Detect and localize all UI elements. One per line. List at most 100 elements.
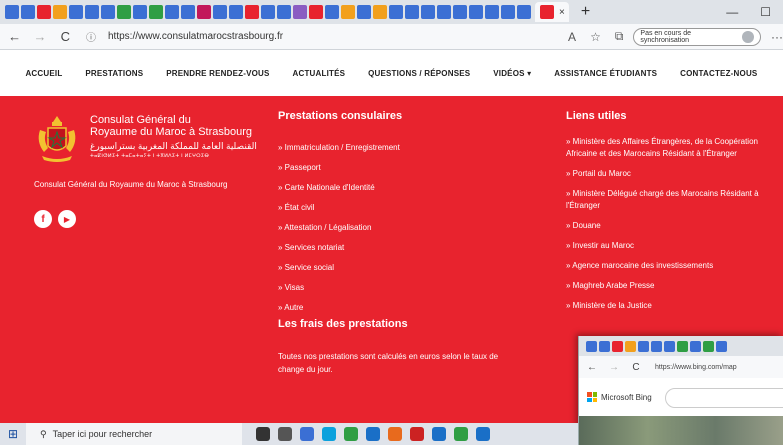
tab-favicon-16[interactable]	[261, 5, 275, 19]
prestation-link-visas[interactable]: Visas	[278, 278, 528, 298]
tab-favicon-24[interactable]	[389, 5, 403, 19]
consulate-logo[interactable]: Consulat Général du Royaume du Maroc à S…	[34, 114, 257, 164]
bing-search-input[interactable]	[665, 388, 783, 408]
collections-icon[interactable]: ⧉	[615, 29, 624, 44]
windows-start-icon[interactable]: ⊞	[0, 427, 26, 441]
nav-prestations[interactable]: PRESTATIONS	[85, 69, 143, 78]
tab-favicon-20[interactable]	[325, 5, 339, 19]
nav-assistance-etudiants[interactable]: ASSISTANCE ÉTUDIANTS	[554, 69, 657, 78]
tab-favicon-4[interactable]	[69, 5, 83, 19]
prestation-link-immatriculation[interactable]: Immatriculation / Enregistrement	[278, 138, 528, 158]
facebook-icon[interactable]: f	[34, 210, 52, 228]
bing-tab-favicon-0[interactable]	[586, 340, 597, 352]
prestation-link-etat-civil[interactable]: État civil	[278, 198, 528, 218]
lien-ministere-delegue[interactable]: Ministère Délégué chargé des Marocains R…	[566, 188, 766, 212]
tab-favicon-25[interactable]	[405, 5, 419, 19]
bing-tab-favicon-2[interactable]	[612, 340, 623, 352]
new-tab-button[interactable]: +	[581, 3, 590, 21]
minimize-button[interactable]: —	[726, 5, 738, 19]
prestation-link-autre[interactable]: Autre	[278, 298, 528, 318]
prestation-link-cni[interactable]: Carte Nationale d'Identité	[278, 178, 528, 198]
tab-favicon-31[interactable]	[501, 5, 515, 19]
bing-logo[interactable]: Microsoft Bing	[587, 392, 652, 402]
tab-favicon-18[interactable]	[293, 5, 307, 19]
url-field[interactable]: ⓘ https://www.consulatmarocstrasbourg.fr	[86, 27, 528, 47]
tab-favicon-0[interactable]	[5, 5, 19, 19]
prestation-link-notariat[interactable]: Services notariat	[278, 238, 528, 258]
bing-tab-favicon-8[interactable]	[690, 340, 701, 352]
tab-close-icon[interactable]: ×	[559, 7, 565, 18]
lien-agence-investissements[interactable]: Agence marocaine des investissements	[566, 260, 766, 272]
taskbar-app-icon-9[interactable]	[454, 427, 468, 441]
lien-portail-maroc[interactable]: Portail du Maroc	[566, 168, 766, 180]
prestation-link-attestation[interactable]: Attestation / Légalisation	[278, 218, 528, 238]
tab-favicon-12[interactable]	[197, 5, 211, 19]
taskbar-app-icon-0[interactable]	[256, 427, 270, 441]
bing-tab-favicon-7[interactable]	[677, 340, 688, 352]
tab-favicon-15[interactable]	[245, 5, 259, 19]
bing-tab-favicon-9[interactable]	[703, 340, 714, 352]
tab-favicon-23[interactable]	[373, 5, 387, 19]
lien-map[interactable]: Maghreb Arabe Presse	[566, 280, 766, 292]
lien-douane[interactable]: Douane	[566, 220, 766, 232]
tab-favicon-22[interactable]	[357, 5, 371, 19]
nav-actualites[interactable]: ACTUALITÉS	[292, 69, 345, 78]
tab-favicon-21[interactable]	[341, 5, 355, 19]
nav-prendre-rendez-vous[interactable]: PRENDRE RENDEZ-VOUS	[166, 69, 269, 78]
tab-favicon-1[interactable]	[21, 5, 35, 19]
taskbar-app-icon-2[interactable]	[300, 427, 314, 441]
taskbar-search[interactable]: ⚲ Taper ici pour rechercher	[26, 423, 242, 445]
lien-investir[interactable]: Investir au Maroc	[566, 240, 766, 252]
taskbar-app-icon-6[interactable]	[388, 427, 402, 441]
bing-back-button[interactable]: ←	[583, 362, 601, 373]
bing-tab-favicon-6[interactable]	[664, 340, 675, 352]
bing-tab-favicon-1[interactable]	[599, 340, 610, 352]
taskbar-app-icon-7[interactable]	[410, 427, 424, 441]
taskbar-app-icon-4[interactable]	[344, 427, 358, 441]
lien-affaires-etrangeres[interactable]: Ministère des Affaires Étrangères, de la…	[566, 136, 766, 160]
tab-favicon-5[interactable]	[85, 5, 99, 19]
bing-forward-button[interactable]: →	[605, 362, 623, 373]
forward-button[interactable]: →	[29, 29, 50, 44]
youtube-icon[interactable]: ▶	[58, 210, 76, 228]
read-aloud-icon[interactable]: A	[568, 30, 576, 44]
taskbar-app-icon-3[interactable]	[322, 427, 336, 441]
tab-favicon-8[interactable]	[133, 5, 147, 19]
bing-window[interactable]: ← → C https://www.bing.com/map Microsoft…	[578, 336, 783, 445]
tab-favicon-11[interactable]	[181, 5, 195, 19]
tab-favicon-32[interactable]	[517, 5, 531, 19]
bing-tab-favicon-5[interactable]	[651, 340, 662, 352]
nav-accueil[interactable]: ACCUEIL	[25, 69, 62, 78]
bing-url-text[interactable]: https://www.bing.com/map	[655, 364, 737, 371]
bing-tab-favicon-10[interactable]	[716, 340, 727, 352]
tab-favicon-3[interactable]	[53, 5, 67, 19]
tab-favicon-6[interactable]	[101, 5, 115, 19]
tab-favicon-9[interactable]	[149, 5, 163, 19]
tab-favicon-13[interactable]	[213, 5, 227, 19]
bing-refresh-button[interactable]: C	[627, 362, 645, 373]
lien-justice[interactable]: Ministère de la Justice	[566, 300, 766, 312]
nav-videos[interactable]: VIDÉOS ▾	[493, 69, 531, 78]
bing-tab-favicon-3[interactable]	[625, 340, 636, 352]
tab-favicon-27[interactable]	[437, 5, 451, 19]
tab-favicon-10[interactable]	[165, 5, 179, 19]
bing-tab-favicon-4[interactable]	[638, 340, 649, 352]
back-button[interactable]: ←	[4, 29, 25, 44]
prestation-link-passeport[interactable]: Passeport	[278, 158, 528, 178]
taskbar-app-icon-10[interactable]	[476, 427, 490, 441]
tab-favicon-28[interactable]	[453, 5, 467, 19]
taskbar-app-icon-8[interactable]	[432, 427, 446, 441]
tab-favicon-17[interactable]	[277, 5, 291, 19]
tab-favicon-29[interactable]	[469, 5, 483, 19]
tab-favicon-26[interactable]	[421, 5, 435, 19]
nav-contactez-nous[interactable]: CONTACTEZ-NOUS	[680, 69, 757, 78]
more-menu-button[interactable]: ···	[771, 30, 783, 44]
refresh-button[interactable]: C	[55, 29, 76, 44]
taskbar-app-icon-1[interactable]	[278, 427, 292, 441]
tab-favicon-19[interactable]	[309, 5, 323, 19]
favorite-star-icon[interactable]: ☆	[590, 30, 601, 44]
page-info-icon[interactable]: ⓘ	[86, 29, 100, 44]
tab-favicon-2[interactable]	[37, 5, 51, 19]
tab-favicon-7[interactable]	[117, 5, 131, 19]
maximize-button[interactable]: ☐	[760, 5, 771, 19]
